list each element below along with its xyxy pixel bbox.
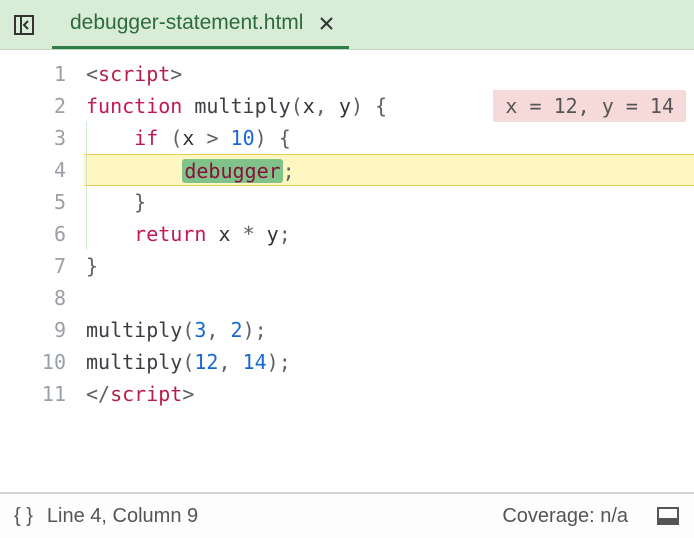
code-token: y [339, 94, 351, 118]
code-token: script [110, 382, 182, 406]
indent-guide [86, 155, 87, 185]
code-token: ) { [255, 126, 291, 150]
code-line[interactable]: </script> [84, 378, 694, 410]
code-token: ; [283, 159, 295, 183]
toggle-bottom-drawer-button[interactable] [656, 506, 680, 526]
code-token: > [182, 382, 194, 406]
code-token: ); [267, 350, 291, 374]
code-token: 12 [194, 350, 218, 374]
code-token: multiply [86, 318, 182, 342]
code-token [182, 94, 194, 118]
code-token [86, 126, 134, 150]
code-token: </ [86, 382, 110, 406]
code-token: x [303, 94, 315, 118]
code-token: multiply [194, 94, 290, 118]
line-number: 2 [0, 90, 84, 122]
code-token: y [267, 222, 279, 246]
tab-close-button[interactable] [317, 14, 335, 32]
code-token [206, 222, 218, 246]
code-token: 2 [231, 318, 243, 342]
code-token: ( [291, 94, 303, 118]
line-number: 10 [0, 346, 84, 378]
code-line[interactable]: function multiply(x, y) { x = 12, y = 14 [84, 90, 694, 122]
format-button[interactable]: { } [14, 505, 33, 528]
code-area[interactable]: <script>function multiply(x, y) {x = 12,… [84, 50, 694, 492]
code-token: ); [243, 318, 267, 342]
code-line[interactable]: multiply(3, 2); [84, 314, 694, 346]
code-token [255, 222, 267, 246]
code-token: > [170, 62, 182, 86]
code-token [86, 159, 182, 183]
coverage-status: Coverage: n/a [502, 505, 628, 528]
line-number: 4 [0, 154, 84, 186]
code-token: function [86, 94, 182, 118]
code-token: 14 [243, 350, 267, 374]
code-token: ( [182, 318, 194, 342]
code-token [158, 126, 170, 150]
code-editor[interactable]: 1234567891011 <script>function multiply(… [0, 50, 694, 492]
indent-guide [86, 218, 87, 250]
code-line[interactable]: debugger; [84, 154, 694, 186]
code-token: return [134, 222, 206, 246]
code-token [194, 126, 206, 150]
code-token: multiply [86, 350, 182, 374]
line-number: 8 [0, 282, 84, 314]
code-token: } [134, 190, 146, 214]
line-number: 9 [0, 314, 84, 346]
code-token: 3 [194, 318, 206, 342]
code-token: ; [279, 222, 291, 246]
status-bar: { } Line 4, Column 9 Coverage: n/a [0, 492, 694, 538]
file-tab[interactable]: debugger-statement.html [52, 0, 349, 49]
code-token: * [243, 222, 255, 246]
code-line[interactable]: return x * y; [84, 218, 694, 250]
panel-bottom-icon [656, 506, 680, 526]
code-line[interactable]: if (x > 10) { [84, 122, 694, 154]
code-token: , [315, 94, 339, 118]
code-token: debugger [182, 159, 282, 183]
indent-guide [86, 186, 87, 218]
code-token: x [182, 126, 194, 150]
code-line[interactable]: } [84, 186, 694, 218]
code-token [231, 222, 243, 246]
code-token: ) { [351, 94, 387, 118]
line-number: 1 [0, 58, 84, 90]
code-token: x [218, 222, 230, 246]
code-token: > [206, 126, 218, 150]
code-token: if [134, 126, 158, 150]
code-line[interactable]: } [84, 250, 694, 282]
code-token [219, 126, 231, 150]
file-tab-label: debugger-statement.html [70, 11, 303, 35]
code-token: , [218, 350, 242, 374]
code-token: } [86, 254, 98, 278]
code-token: , [206, 318, 230, 342]
code-token: < [86, 62, 98, 86]
line-number: 5 [0, 186, 84, 218]
line-number: 7 [0, 250, 84, 282]
line-number: 3 [0, 122, 84, 154]
line-number-gutter: 1234567891011 [0, 50, 84, 492]
braces-icon: { } [14, 505, 33, 528]
code-token [86, 190, 134, 214]
line-number: 11 [0, 378, 84, 410]
indent-guide [86, 122, 87, 154]
code-token: 10 [231, 126, 255, 150]
inline-variable-values: x = 12, y = 14 [493, 90, 686, 122]
code-line[interactable]: <script> [84, 58, 694, 90]
code-token: script [98, 62, 170, 86]
code-line[interactable]: multiply(12, 14); [84, 346, 694, 378]
panel-left-icon [13, 14, 35, 36]
code-token: ( [182, 350, 194, 374]
code-token: ( [170, 126, 182, 150]
close-icon [320, 17, 333, 30]
code-line[interactable] [84, 282, 694, 314]
cursor-position: Line 4, Column 9 [47, 505, 198, 528]
tab-bar: debugger-statement.html [0, 0, 694, 50]
toggle-panel-button[interactable] [10, 11, 38, 39]
code-token [86, 222, 134, 246]
line-number: 6 [0, 218, 84, 250]
